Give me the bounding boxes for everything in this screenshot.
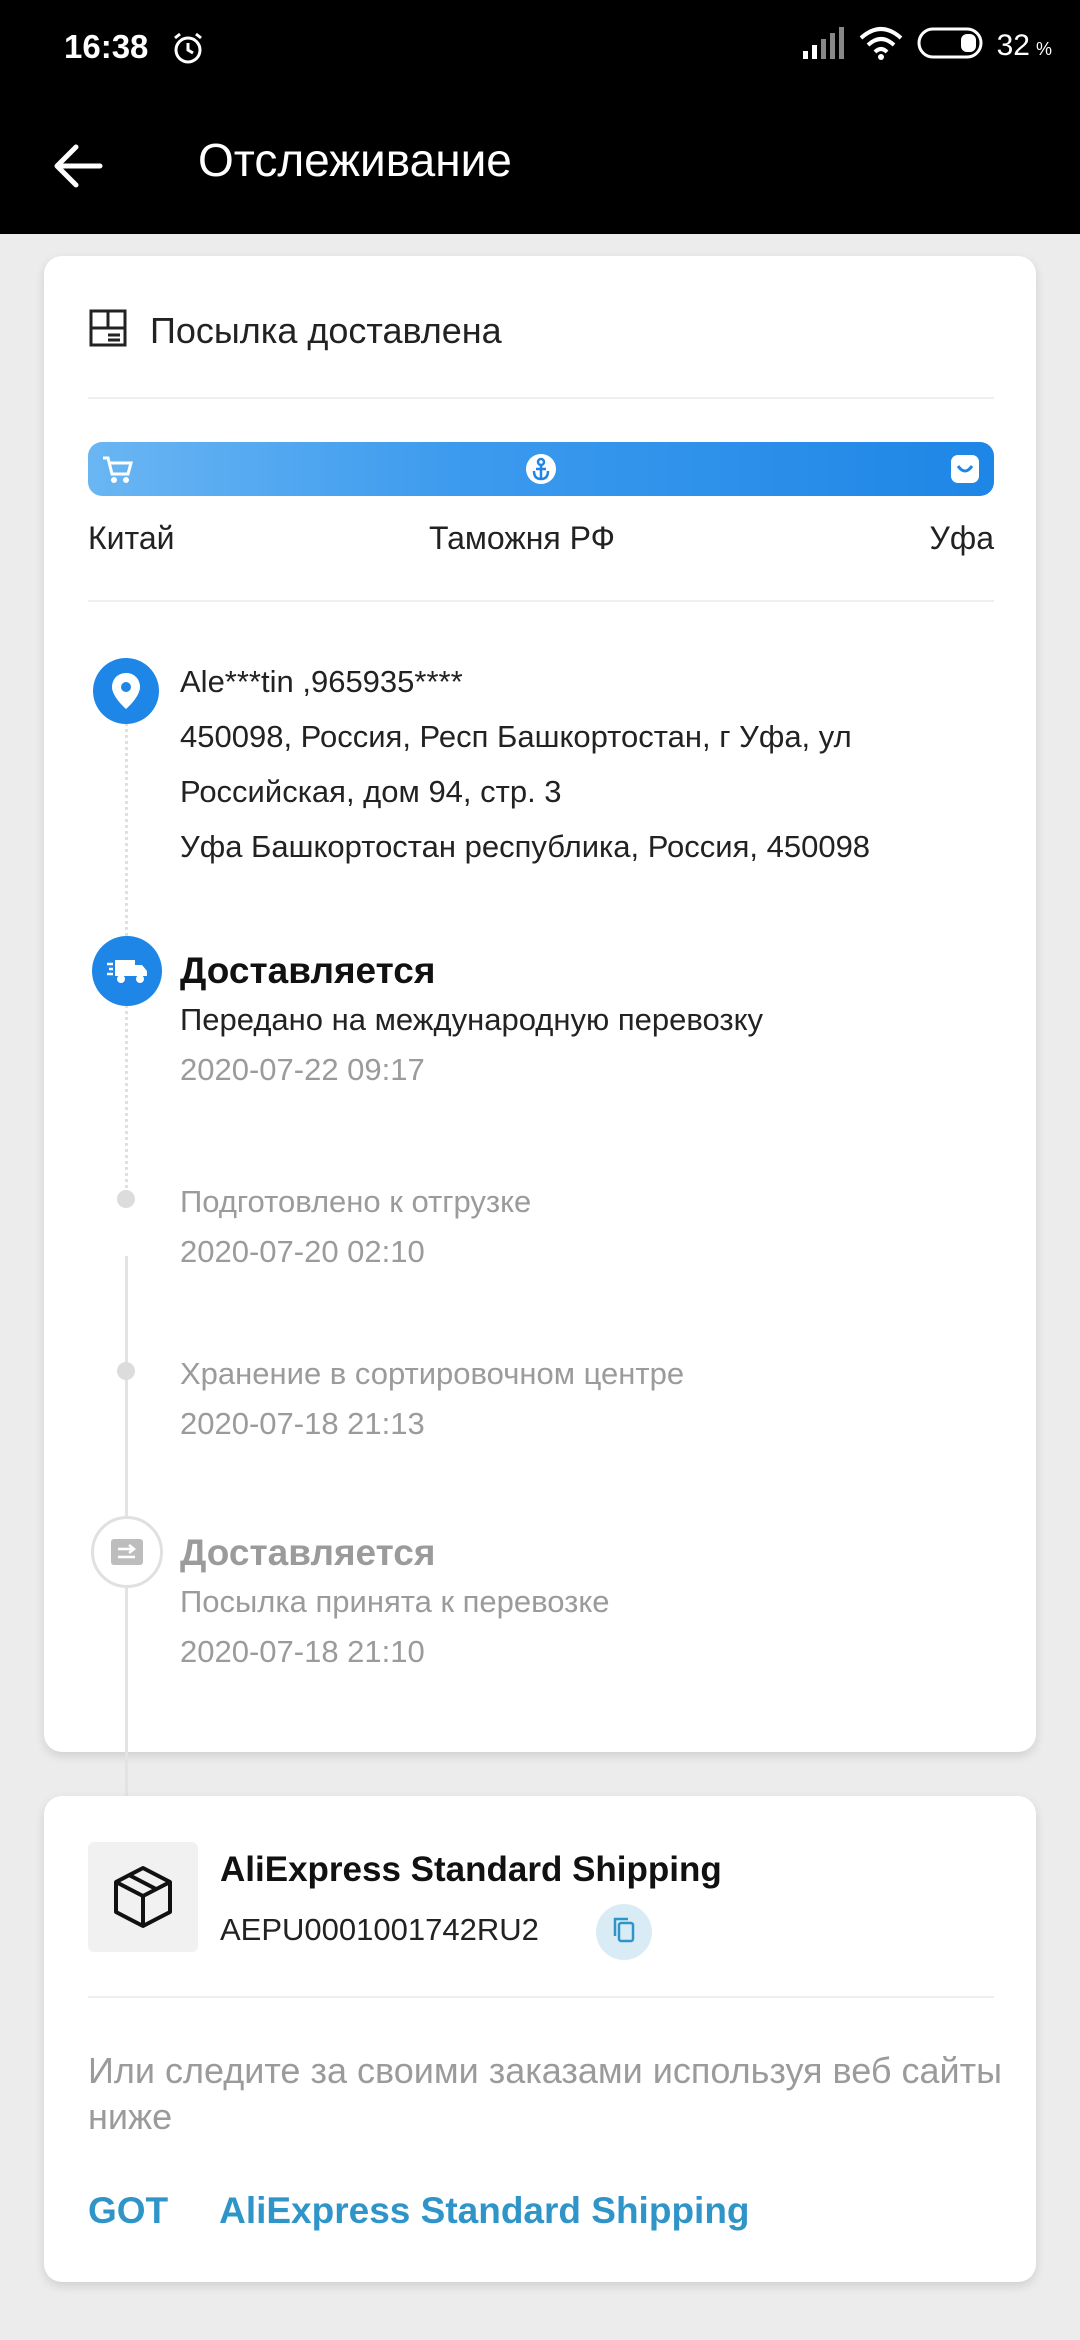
- status-bar: 16:38 32%: [0, 0, 1080, 100]
- carrier-name: AliExpress Standard Shipping: [220, 1850, 722, 1889]
- battery-percent: 32%: [996, 28, 1052, 62]
- event-date: 2020-07-20 02:10: [180, 1234, 425, 1269]
- address-line: 450098, Россия, Респ Башкортостан, г Уфа…: [180, 719, 852, 754]
- tracking-event: Подготовлено к отгрузке 2020-07-20 02:10: [180, 1184, 1000, 1270]
- recipient-name: Ale***tin ,965935****: [180, 664, 463, 699]
- timeline-dot: [117, 1190, 135, 1208]
- tracking-event: Хранение в сортировочном центре 2020-07-…: [180, 1356, 1000, 1442]
- tracking-links: GOT AliExpress Standard Shipping: [88, 2190, 792, 2232]
- delivery-truck-icon: [92, 936, 162, 1006]
- tracking-timeline: Ale***tin ,965935**** 450098, Россия, Ре…: [44, 256, 1036, 1946]
- copy-button[interactable]: [596, 1904, 652, 1960]
- signal-icon: [801, 27, 845, 64]
- event-description: Подготовлено к отгрузке: [180, 1184, 532, 1219]
- link-aliexpress-standard-shipping[interactable]: AliExpress Standard Shipping: [219, 2190, 749, 2231]
- location-pin-icon: [93, 658, 159, 724]
- delivery-address: Ale***tin ,965935**** 450098, Россия, Ре…: [180, 654, 1000, 874]
- app-bar: Отслеживание: [0, 100, 1080, 234]
- status-time: 16:38: [64, 28, 149, 65]
- tracking-event: Доставляется Посылка принята к перевозке…: [180, 1532, 1000, 1670]
- event-date: 2020-07-22 09:17: [180, 1052, 425, 1087]
- event-description: Хранение в сортировочном центре: [180, 1356, 685, 1391]
- divider: [88, 1996, 994, 1998]
- back-arrow-icon[interactable]: [48, 136, 108, 196]
- event-title: Доставляется: [180, 1532, 436, 1573]
- timeline-dot: [117, 1362, 135, 1380]
- battery-icon: [917, 27, 983, 64]
- link-got[interactable]: GOT: [88, 2190, 168, 2231]
- tracking-event: Доставляется Передано на международную п…: [180, 950, 1000, 1088]
- status-right: 32%: [801, 26, 1052, 65]
- address-line: Российская, дом 94, стр. 3: [180, 774, 562, 809]
- event-description: Посылка принята к перевозке: [180, 1584, 610, 1619]
- event-date: 2020-07-18 21:10: [180, 1634, 425, 1669]
- shipping-card: AliExpress Standard Shipping AEPU0001001…: [44, 1796, 1036, 2282]
- package-box-icon: [88, 1842, 198, 1952]
- address-line: Уфа Башкортостан республика, Россия, 450…: [180, 829, 871, 864]
- page-title: Отслеживание: [198, 134, 512, 186]
- track-websites-hint: Или следите за своими заказами используя…: [88, 2050, 1003, 2137]
- alarm-icon: [170, 30, 206, 71]
- tracking-number: AEPU0001001742RU2: [220, 1912, 539, 1947]
- copy-icon: [611, 1916, 637, 1949]
- event-description: Передано на международную перевозку: [180, 1002, 764, 1037]
- wifi-icon: [859, 26, 903, 65]
- event-title: Доставляется: [180, 950, 436, 991]
- event-date: 2020-07-18 21:13: [180, 1406, 425, 1441]
- accepted-parcel-icon: [91, 1516, 163, 1588]
- tracking-card: Посылка доставлена Китай Таможня РФ Уфа …: [44, 256, 1036, 1946]
